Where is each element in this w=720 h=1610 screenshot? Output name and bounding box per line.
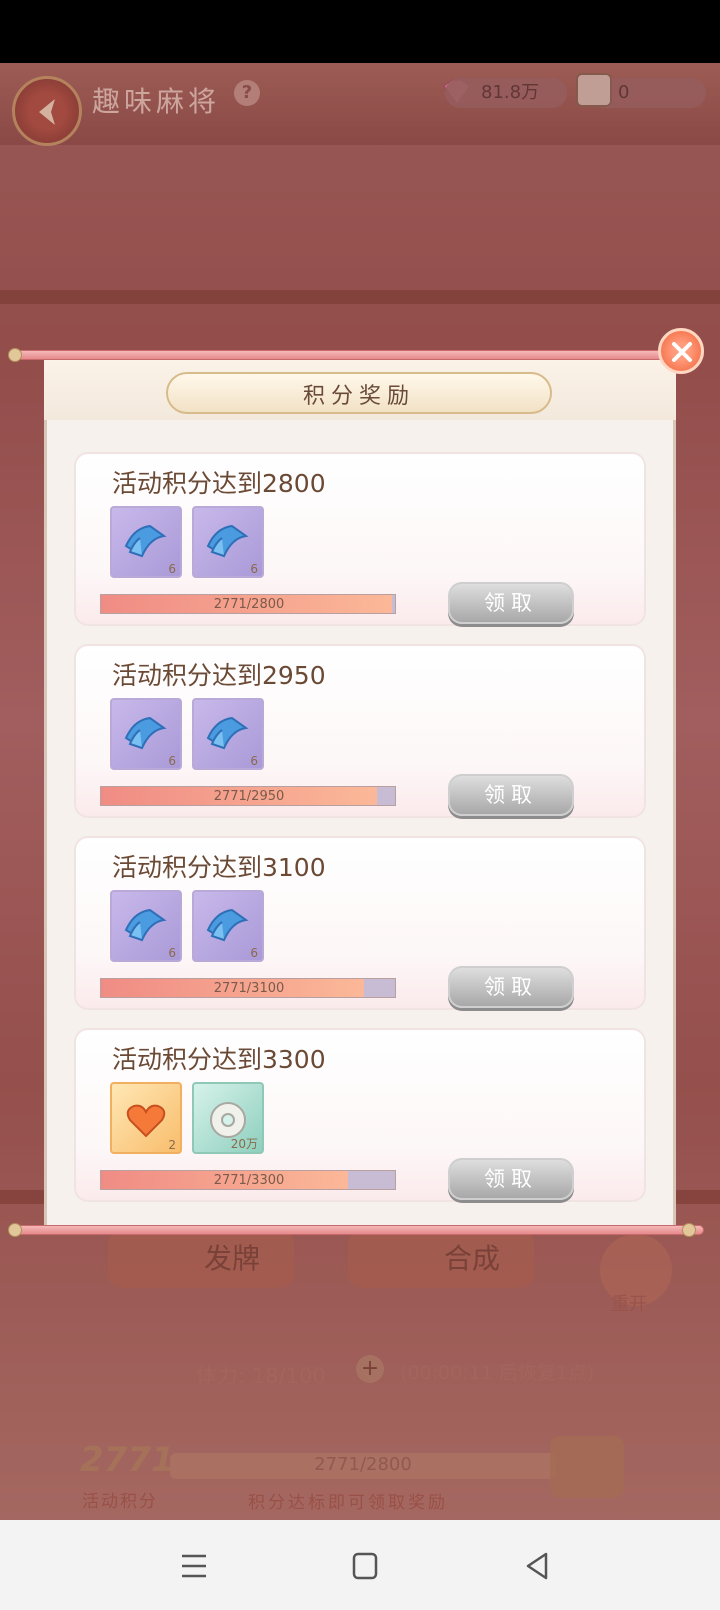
rod-knob [8, 1223, 22, 1237]
reward-card: 活动积分达到2800 6 6 2771/2800 领取 [74, 452, 646, 626]
reward-item[interactable]: 6 [192, 506, 264, 578]
reward-item[interactable]: 6 [192, 698, 264, 770]
item-count: 6 [250, 946, 258, 960]
item-count: 6 [250, 562, 258, 576]
close-icon [672, 342, 692, 362]
modal-title: 积分奖励 [302, 384, 415, 409]
reward-item[interactable]: 6 [110, 890, 182, 962]
item-count: 20万 [230, 1137, 258, 1151]
reward-title: 活动积分达到3300 [112, 1045, 326, 1074]
progress-text: 2771/2950 [213, 789, 285, 804]
reward-item[interactable]: 6 [192, 890, 264, 962]
progress-bar: 2771/2950 [100, 786, 396, 806]
reward-item[interactable]: 6 [110, 698, 182, 770]
rod-knob [8, 348, 22, 362]
reward-card: 活动积分达到3300 2 20万 2771/3300 领取 [74, 1028, 646, 1202]
scroll-rod-bottom [16, 1225, 704, 1235]
status-bar [0, 0, 720, 63]
claim-button[interactable]: 领取 [448, 582, 574, 624]
claim-button[interactable]: 领取 [448, 966, 574, 1008]
rod-knob [682, 1223, 696, 1237]
reward-item[interactable]: 2 [110, 1082, 182, 1154]
item-count: 6 [168, 946, 176, 960]
reward-card: 活动积分达到3100 6 6 2771/3100 领取 [74, 836, 646, 1010]
reward-card: 活动积分达到2950 6 6 2771/2950 领取 [74, 644, 646, 818]
back-nav-icon[interactable] [518, 1548, 558, 1584]
progress-text: 2771/2800 [213, 597, 285, 612]
item-count: 6 [168, 562, 176, 576]
item-count: 6 [168, 754, 176, 768]
item-count: 6 [250, 754, 258, 768]
claim-button[interactable]: 领取 [448, 774, 574, 816]
reward-title: 活动积分达到2950 [112, 661, 326, 690]
scroll-rod-top [16, 350, 704, 360]
reward-title: 活动积分达到3100 [112, 853, 326, 882]
reward-item[interactable]: 20万 [192, 1082, 264, 1154]
close-button[interactable] [658, 328, 704, 374]
claim-button[interactable]: 领取 [448, 1158, 574, 1200]
progress-bar: 2771/3300 [100, 1170, 396, 1190]
reward-title: 活动积分达到2800 [112, 469, 326, 498]
progress-bar: 2771/2800 [100, 594, 396, 614]
home-icon[interactable] [345, 1548, 385, 1584]
menu-icon[interactable] [174, 1548, 214, 1584]
item-count: 2 [168, 1138, 176, 1152]
system-nav-bar [0, 1520, 720, 1610]
progress-text: 2771/3100 [213, 981, 285, 996]
progress-text: 2771/3300 [213, 1173, 285, 1188]
progress-bar: 2771/3100 [100, 978, 396, 998]
reward-item[interactable]: 6 [110, 506, 182, 578]
